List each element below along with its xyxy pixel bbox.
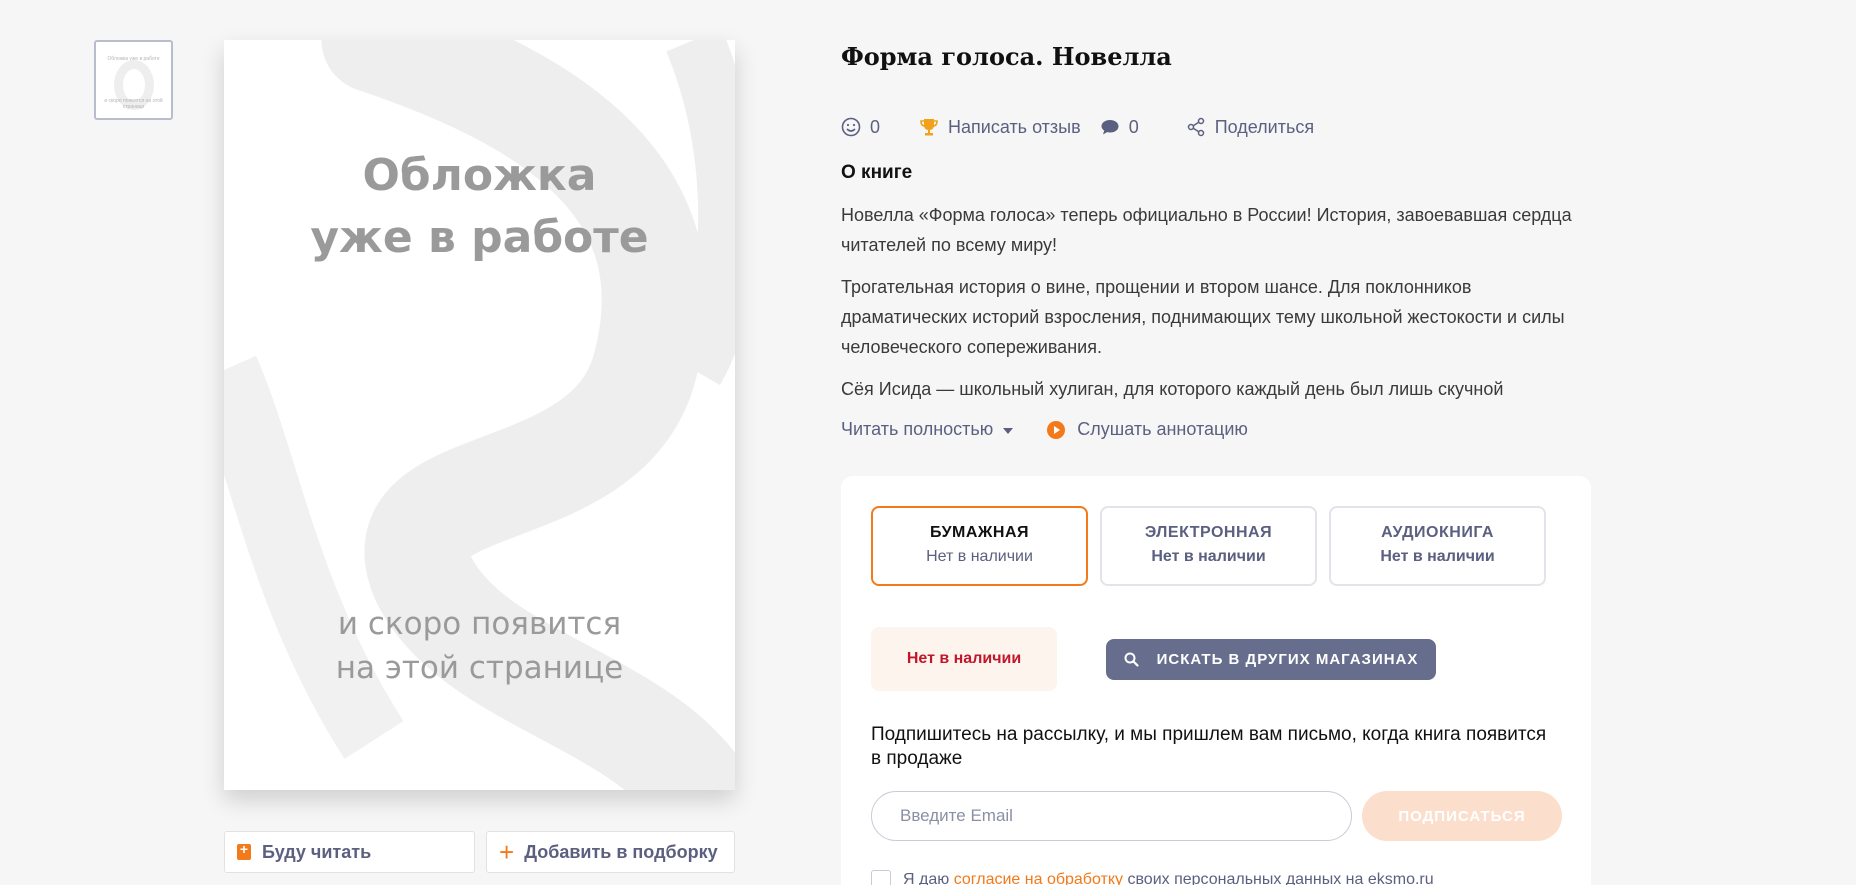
comments-count: 0 — [1128, 116, 1139, 137]
write-review-link[interactable]: Написать отзыв — [919, 117, 1081, 138]
consent-row: Я даю согласие на обработку своих персон… — [871, 870, 1434, 885]
plus-icon: + — [499, 837, 515, 867]
consent-link[interactable]: согласие на обработку — [954, 871, 1123, 885]
share-label: Поделиться — [1214, 116, 1315, 137]
cover-placeholder-title: Обложка уже в работе — [224, 145, 735, 269]
purchase-card: БУМАЖНАЯ Нет в наличии ЭЛЕКТРОННАЯ Нет в… — [841, 476, 1591, 885]
cover-placeholder-subtitle: и скоро появится на этой странице — [224, 602, 735, 690]
format-name: БУМАЖНАЯ — [929, 524, 1029, 541]
play-icon — [1047, 420, 1066, 439]
smile-icon — [841, 117, 861, 137]
format-name: ЭЛЕКТРОННАЯ — [1144, 524, 1273, 541]
consent-checkbox[interactable] — [871, 870, 891, 885]
subscribe-button[interactable]: ПОДПИСАТЬСЯ — [1362, 791, 1562, 841]
book-stats-row: 0 Написать отзыв 0 Поделиться — [841, 115, 1314, 139]
out-of-stock-badge: Нет в наличии — [871, 627, 1057, 691]
add-to-collection-button[interactable]: + Добавить в подборку — [486, 831, 735, 873]
bookmark-plus-icon — [237, 841, 251, 860]
format-status: Нет в наличии — [1380, 548, 1495, 565]
cover-subtitle-line-1: и скоро появится — [337, 606, 622, 642]
format-tab-ebook[interactable]: ЭЛЕКТРОННАЯ Нет в наличии — [1100, 506, 1317, 586]
comments-counter[interactable]: 0 — [1100, 117, 1139, 138]
caret-down-icon — [1003, 427, 1014, 434]
consent-text-suffix: своих персональных данных на eksmo.ru — [1127, 871, 1434, 885]
consent-text-prefix: Я даю — [903, 871, 950, 885]
format-status: Нет в наличии — [926, 548, 1033, 565]
write-review-label: Написать отзыв — [948, 116, 1081, 137]
likes-count: 0 — [870, 116, 881, 137]
book-cover: Обложка уже в работе и скоро появится на… — [224, 40, 735, 790]
listen-annotation-label: Слушать аннотацию — [1077, 419, 1248, 439]
listen-annotation-button[interactable]: Слушать аннотацию — [1047, 419, 1248, 440]
cover-thumbnail[interactable]: Обложка уже в работе и скоро появится на… — [94, 40, 173, 120]
read-more-toggle[interactable]: Читать полностью — [841, 419, 1014, 440]
likes-counter[interactable]: 0 — [841, 117, 880, 138]
add-to-collection-label: Добавить в подборку — [524, 841, 718, 862]
annotation-text: Новелла «Форма голоса» теперь официально… — [841, 200, 1581, 404]
share-icon — [1186, 117, 1206, 137]
book-title: Форма голоса. Новелла — [841, 42, 1172, 71]
search-other-stores-button[interactable]: ИСКАТЬ В ДРУГИХ МАГАЗИНАХ — [1106, 639, 1436, 680]
about-heading: О книге — [841, 162, 913, 183]
thumbnail-caption-bottom: и скоро появится на этой странице — [104, 98, 163, 110]
subscribe-text: Подпишитесь на рассылку, и мы пришлем ва… — [871, 724, 1547, 769]
cover-subtitle-line-2: на этой странице — [335, 650, 624, 686]
format-status: Нет в наличии — [1151, 548, 1266, 565]
trophy-icon — [919, 117, 939, 137]
annotation-paragraph: Сёя Исида — школьный хулиган, для которо… — [841, 379, 1504, 399]
annotation-paragraph: Новелла «Форма голоса» теперь официально… — [841, 205, 1572, 255]
format-tab-paper[interactable]: БУМАЖНАЯ Нет в наличии — [871, 506, 1088, 586]
email-field[interactable] — [871, 791, 1352, 841]
format-tab-audiobook[interactable]: АУДИОКНИГА Нет в наличии — [1329, 506, 1546, 586]
comment-icon — [1100, 117, 1120, 137]
read-more-label: Читать полностью — [841, 419, 994, 439]
want-to-read-label: Буду читать — [262, 841, 372, 862]
cover-title-line-1: Обложка — [362, 150, 597, 201]
want-to-read-button[interactable]: Буду читать — [224, 831, 475, 873]
share-link[interactable]: Поделиться — [1186, 117, 1314, 138]
search-icon — [1124, 652, 1139, 667]
cover-title-line-2: уже в работе — [310, 212, 649, 263]
annotation-paragraph: Трогательная история о вине, прощении и … — [841, 277, 1565, 357]
search-other-stores-label: ИСКАТЬ В ДРУГИХ МАГАЗИНАХ — [1156, 651, 1419, 668]
annotation-actions: Читать полностью Слушать аннотацию — [841, 419, 1248, 440]
format-name: АУДИОКНИГА — [1381, 524, 1494, 541]
